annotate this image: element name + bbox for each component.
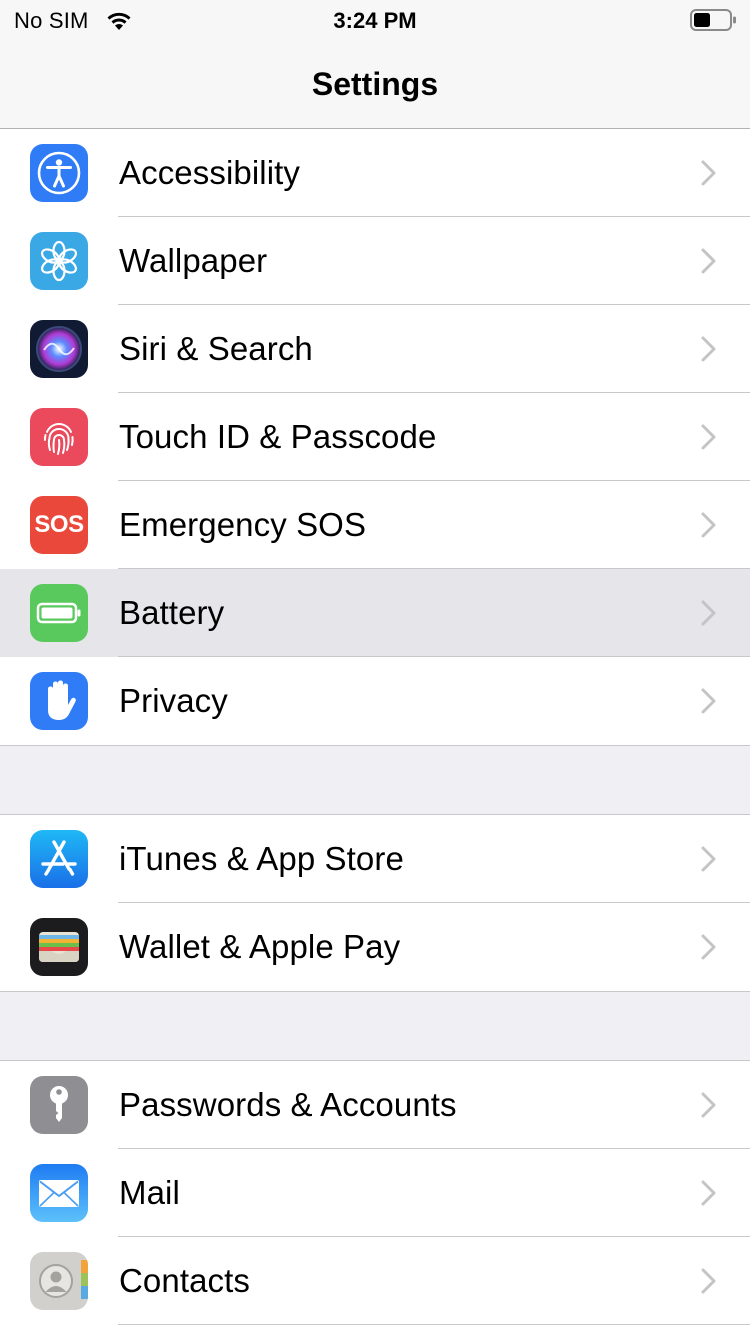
settings-row-wallet-apple-pay[interactable]: Wallet & Apple Pay — [0, 903, 750, 991]
chevron-right-icon — [701, 424, 716, 450]
chevron-right-icon — [701, 1092, 716, 1118]
settings-group-1: Accessibility Wallpaper Siri & Search To… — [0, 129, 750, 746]
wallet-icon — [30, 918, 88, 976]
row-separator — [118, 1324, 750, 1325]
battery-status-icon — [690, 9, 736, 31]
row-label: iTunes & App Store — [119, 840, 404, 877]
row-label: Accessibility — [119, 154, 301, 191]
mail-icon — [30, 1164, 88, 1222]
battery-icon — [30, 584, 88, 642]
hand-icon — [30, 672, 88, 730]
settings-row-touch-id[interactable]: Touch ID & Passcode — [0, 393, 750, 481]
row-label: Siri & Search — [119, 330, 313, 367]
contacts-icon — [30, 1252, 88, 1310]
chevron-right-icon — [701, 688, 716, 714]
settings-row-wallpaper[interactable]: Wallpaper — [0, 217, 750, 305]
chevron-right-icon — [701, 600, 716, 626]
settings-row-mail[interactable]: Mail — [0, 1149, 750, 1237]
chevron-right-icon — [701, 846, 716, 872]
navigation-bar: Settings — [0, 40, 750, 129]
settings-group-2: iTunes & App Store Wallet & Apple Pay — [0, 814, 750, 992]
settings-row-accessibility[interactable]: Accessibility — [0, 129, 750, 217]
page-title: Settings — [311, 66, 439, 102]
clock: 3:24 PM — [333, 8, 417, 33]
row-label: Touch ID & Passcode — [119, 418, 437, 455]
chevron-right-icon — [701, 336, 716, 362]
chevron-right-icon — [701, 512, 716, 538]
settings-row-passwords-accounts[interactable]: Passwords & Accounts — [0, 1061, 750, 1149]
sos-icon-text: SOS — [34, 511, 84, 538]
settings-row-itunes-app-store[interactable]: iTunes & App Store — [0, 815, 750, 903]
settings-row-siri-search[interactable]: Siri & Search — [0, 305, 750, 393]
settings-row-contacts[interactable]: Contacts — [0, 1237, 750, 1325]
sos-icon: SOS — [30, 496, 88, 554]
row-label: Passwords & Accounts — [119, 1086, 457, 1123]
settings-row-emergency-sos[interactable]: SOS Emergency SOS — [0, 481, 750, 569]
wallpaper-icon — [30, 232, 88, 290]
row-label: Emergency SOS — [119, 506, 367, 543]
settings-row-privacy[interactable]: Privacy — [0, 657, 750, 745]
row-label: Mail — [119, 1174, 180, 1211]
row-label: Privacy — [119, 682, 228, 719]
fingerprint-icon — [30, 408, 88, 466]
chevron-right-icon — [701, 934, 716, 960]
settings-row-battery[interactable]: Battery — [0, 569, 750, 657]
chevron-right-icon — [701, 248, 716, 274]
chevron-right-icon — [701, 1268, 716, 1294]
app-store-icon — [30, 830, 88, 888]
siri-icon — [30, 320, 88, 378]
chevron-right-icon — [701, 1180, 716, 1206]
row-label: Contacts — [119, 1262, 251, 1299]
key-icon — [30, 1076, 88, 1134]
status-bar: No SIM 3:24 PM — [0, 0, 750, 40]
row-label: Wallpaper — [119, 242, 268, 279]
chevron-right-icon — [701, 160, 716, 186]
accessibility-icon — [30, 144, 88, 202]
row-label: Wallet & Apple Pay — [119, 928, 401, 965]
row-label: Battery — [119, 594, 225, 631]
settings-group-3: Passwords & Accounts Mail Contacts — [0, 1060, 750, 1334]
